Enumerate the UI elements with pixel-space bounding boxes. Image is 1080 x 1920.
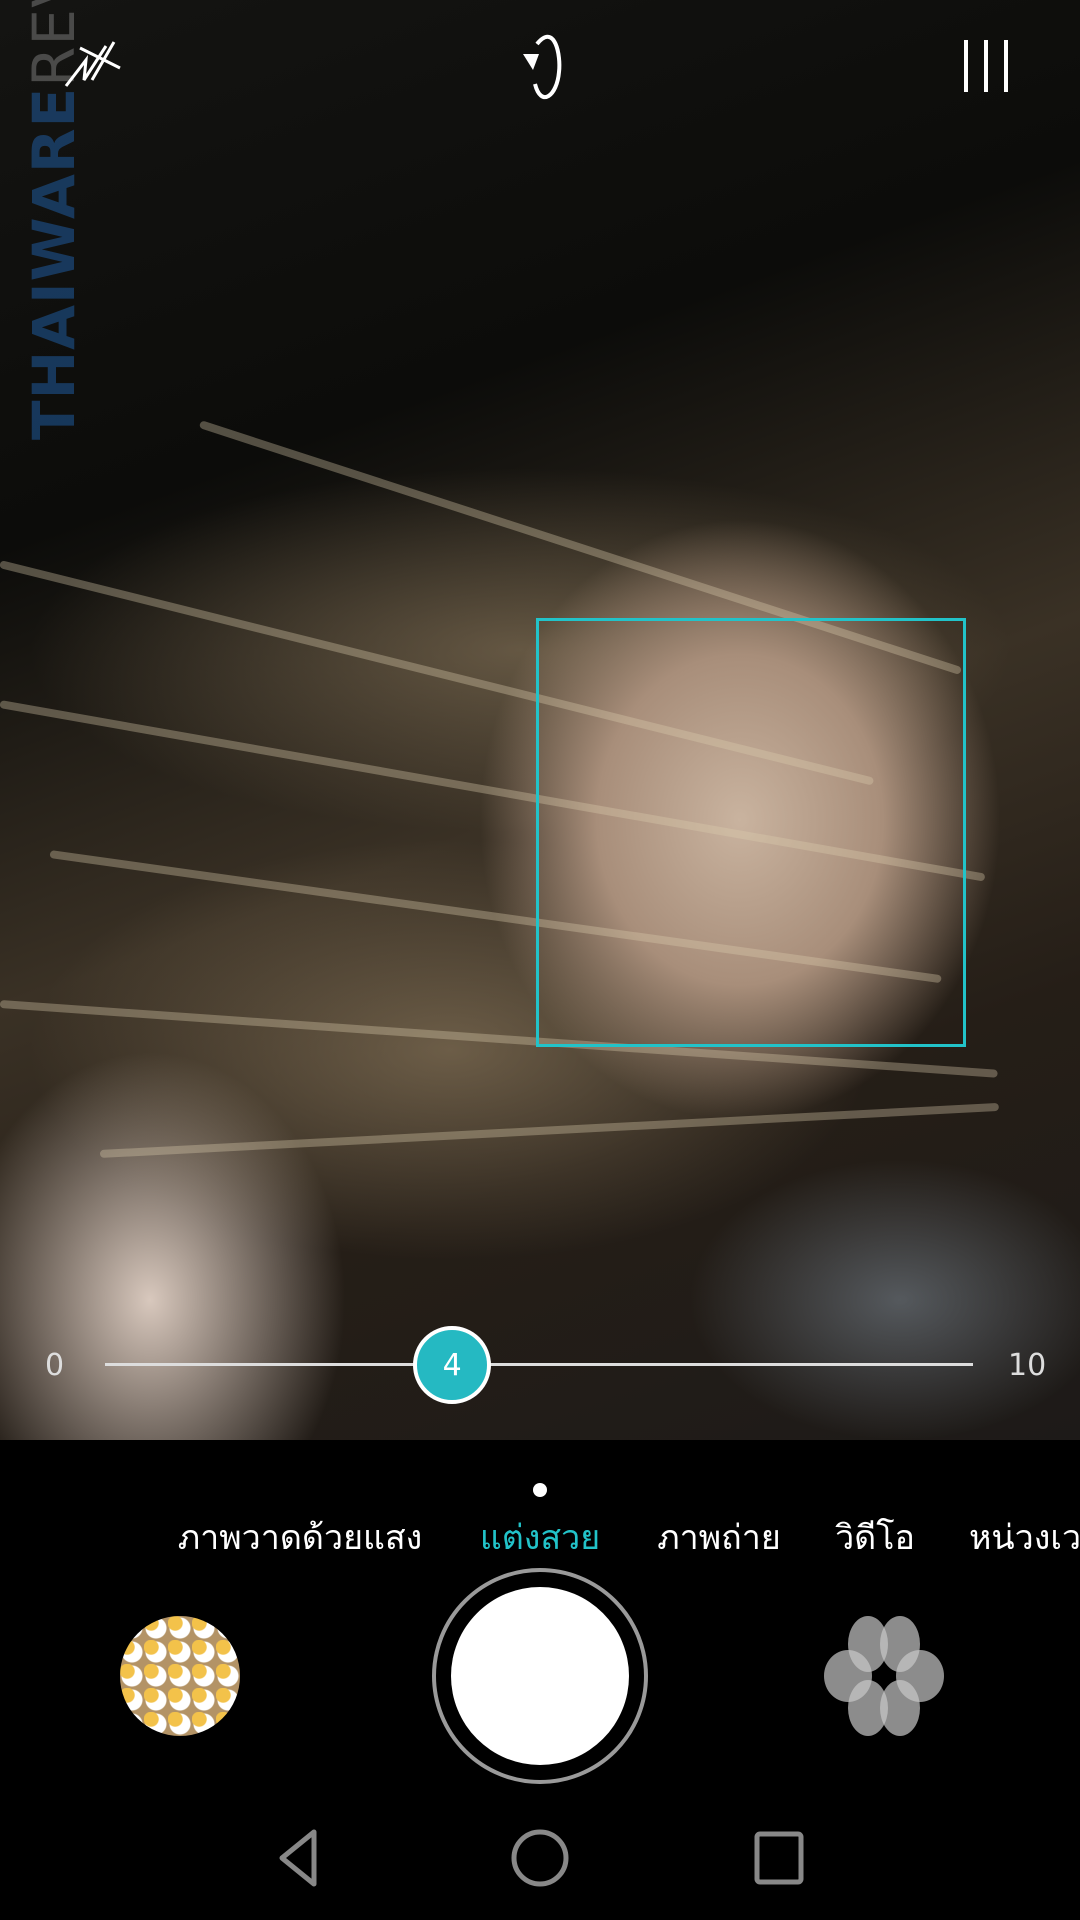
slider-value: 4	[442, 1347, 462, 1383]
mode-photo[interactable]: ภาพถ่าย	[657, 1510, 781, 1564]
menu-icon[interactable]	[960, 38, 1014, 94]
flash-off-icon[interactable]	[58, 38, 128, 92]
beauty-level-slider-knob[interactable]: 4	[413, 1326, 492, 1404]
mode-video[interactable]: วิดีโอ	[835, 1510, 915, 1564]
face-detection-box	[536, 618, 966, 1047]
shutter-button[interactable]	[432, 1568, 648, 1784]
beauty-filter-icon[interactable]	[824, 1616, 944, 1736]
slider-max-label: 10	[1008, 1348, 1047, 1383]
shutter-inner	[451, 1587, 629, 1765]
recents-icon[interactable]	[749, 1828, 809, 1888]
camera-preview[interactable]: THAIWAREREVIEWS	[0, 0, 1080, 1440]
mode-timelapse[interactable]: หน่วงเวลา	[969, 1510, 1080, 1564]
mode-light-painting[interactable]: ภาพวาดด้วยแสง	[178, 1510, 423, 1564]
slider-min-label: 0	[45, 1348, 65, 1383]
mode-beauty[interactable]: แต่งสวย	[480, 1510, 600, 1564]
mode-indicator-dot	[533, 1483, 547, 1497]
switch-camera-icon[interactable]	[505, 26, 575, 108]
back-icon[interactable]	[270, 1828, 330, 1888]
gallery-thumbnail[interactable]	[120, 1616, 240, 1736]
beauty-level-slider-track[interactable]	[105, 1363, 973, 1366]
home-icon[interactable]	[510, 1828, 570, 1888]
